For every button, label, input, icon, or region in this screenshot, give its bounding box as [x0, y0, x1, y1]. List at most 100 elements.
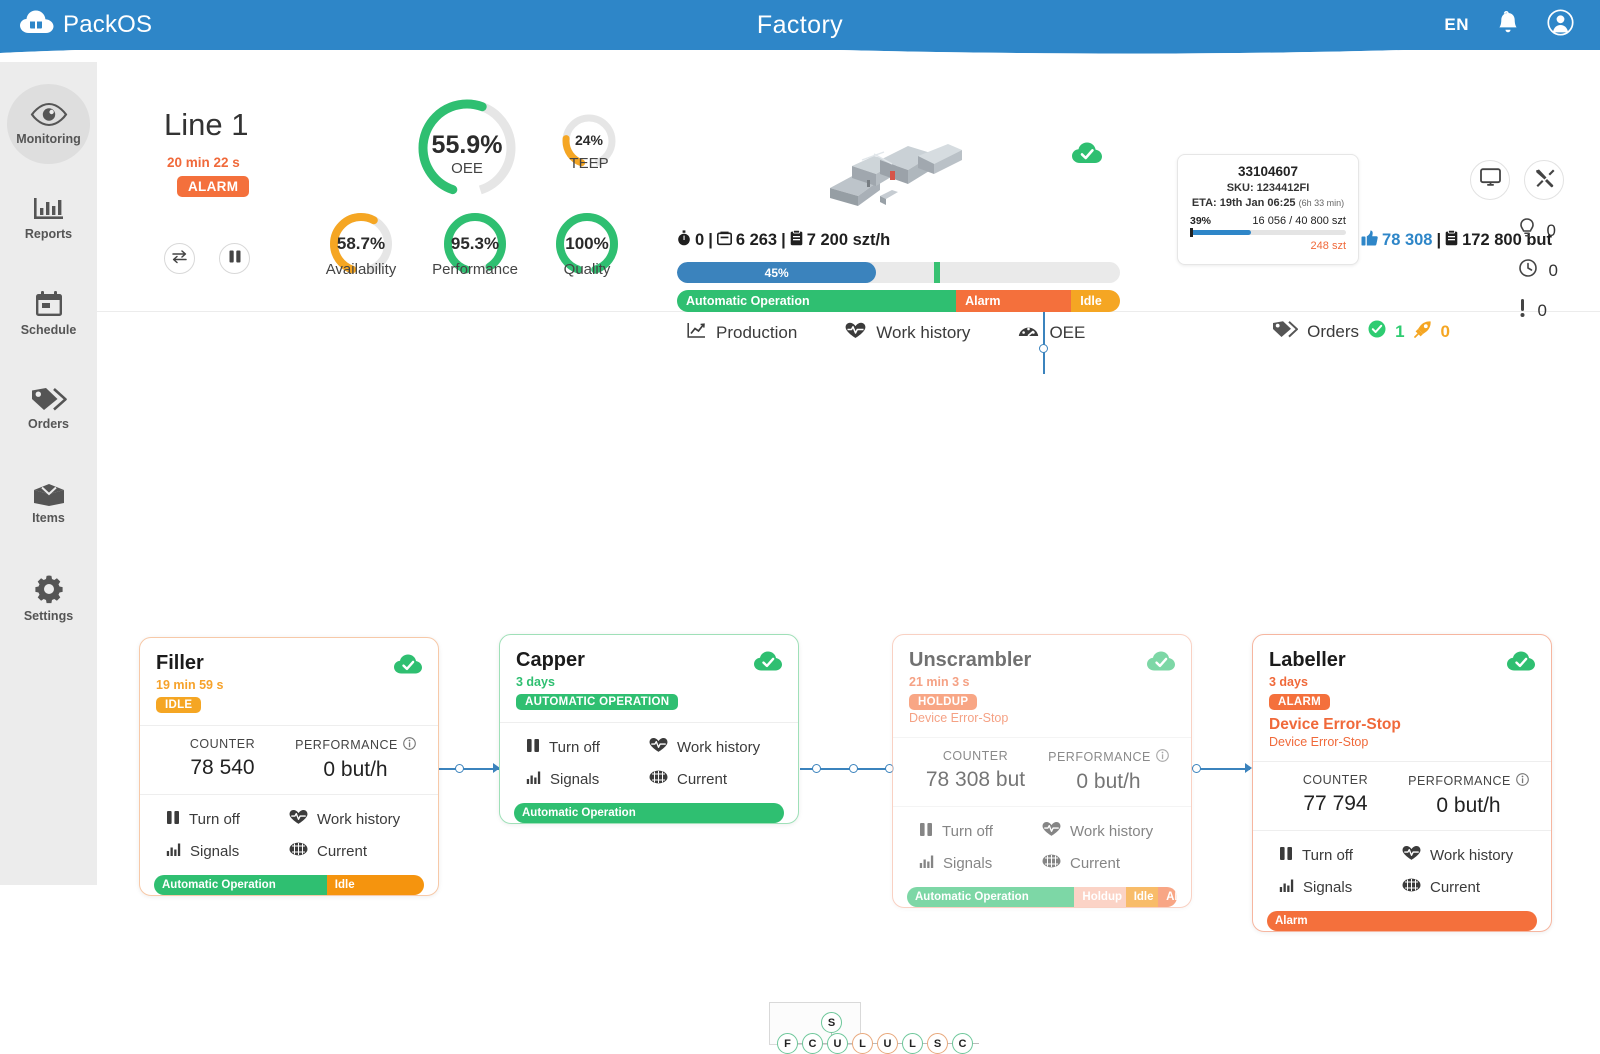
performance-label-text: PERFORMANCE — [1048, 750, 1151, 764]
signals-action[interactable]: Signals — [1279, 877, 1402, 897]
machine-error: Device Error-Stop — [1269, 716, 1401, 733]
performance-value: 0 but/h — [1076, 770, 1141, 793]
minimap-node[interactable]: C — [802, 1033, 823, 1054]
state-segment: Automatic Operation — [514, 803, 784, 823]
sidebar-item-label: Settings — [23, 609, 74, 623]
line-cloud-status-icon — [1072, 142, 1102, 171]
language-selector[interactable]: EN — [1444, 15, 1469, 35]
state-segment: Holdup — [1074, 887, 1126, 907]
work-history-action[interactable]: Work history — [289, 809, 412, 829]
machine-time: 19 min 59 s — [156, 678, 224, 692]
current-action[interactable]: Current — [1402, 877, 1525, 897]
line-status-badge: ALARM — [177, 176, 250, 197]
sidebar-item-items[interactable]: Items — [0, 456, 97, 551]
action-label: Work history — [677, 738, 761, 756]
turn-off-action[interactable]: Turn off — [166, 809, 289, 829]
info-icon[interactable] — [403, 737, 416, 753]
brain-icon — [289, 841, 308, 861]
current-action[interactable]: Current — [1042, 853, 1165, 873]
pause-icon — [526, 738, 540, 757]
current-order-card[interactable]: 33104607 SKU: 1234412FI ETA: 19th Jan 06… — [1177, 154, 1359, 265]
current-action[interactable]: Current — [289, 841, 412, 861]
connector-node — [1039, 344, 1048, 353]
user-avatar-icon[interactable] — [1547, 9, 1574, 41]
performance-metric: PERFORMANCE 0 but/h — [289, 737, 422, 782]
info-icon[interactable] — [1516, 773, 1529, 789]
sidebar-item-label: Orders — [28, 417, 69, 431]
screen-button[interactable] — [1470, 160, 1510, 200]
current-action[interactable]: Current — [649, 769, 772, 789]
turn-off-action[interactable]: Turn off — [1279, 845, 1402, 865]
performance-value: 0 but/h — [1436, 794, 1501, 817]
machine-time: 21 min 3 s — [909, 675, 970, 689]
minimap-node[interactable]: L — [902, 1033, 923, 1054]
sidebar-item-label: Items — [32, 511, 65, 525]
minimap-node[interactable]: U — [877, 1033, 898, 1054]
line-state-timeline: Automatic Operation Alarm Idle — [677, 290, 1120, 312]
connector-node — [455, 764, 464, 773]
turn-off-action[interactable]: Turn off — [919, 821, 1042, 841]
signals-action[interactable]: Signals — [166, 841, 289, 861]
tools-button[interactable] — [1524, 160, 1564, 200]
top-bar: PackOS Factory EN — [0, 0, 1600, 50]
machine-time: 3 days — [516, 675, 555, 689]
bell-icon[interactable] — [1497, 10, 1519, 40]
order-count: 16 056 / 40 800 szt — [1252, 215, 1346, 227]
divider — [1253, 830, 1551, 831]
minimap-node[interactable]: F — [777, 1033, 798, 1054]
action-label: Turn off — [549, 738, 600, 756]
action-label: Current — [677, 770, 728, 788]
machine-card-capper[interactable]: Capper 3 days AUTOMATIC OPERATION Turn o… — [499, 634, 799, 824]
signal-icon — [1279, 878, 1294, 897]
gauge-availability: 58.7% Availability — [326, 210, 396, 278]
minimap-node[interactable]: S — [821, 1012, 842, 1033]
work-history-action[interactable]: Work history — [1042, 821, 1165, 841]
page-title: Factory — [756, 10, 844, 39]
gauge-teep-value: 24% — [574, 132, 604, 148]
tools-icon — [1534, 168, 1555, 193]
pause-icon — [919, 822, 933, 841]
minimap-node[interactable]: U — [827, 1033, 848, 1054]
minimap-node[interactable]: L — [852, 1033, 873, 1054]
machine-card-unscrambler[interactable]: Unscrambler 21 min 3 s HOLDUP Device Err… — [892, 634, 1192, 908]
gauge-performance-value: 95.3% — [450, 234, 500, 253]
swap-button[interactable] — [164, 243, 195, 274]
counter-value: 78 540 — [190, 756, 255, 779]
signal-icon — [526, 770, 541, 789]
production-rate: 7 200 szt/h — [806, 231, 891, 249]
sidebar-item-reports[interactable]: Reports — [0, 171, 97, 266]
signals-action[interactable]: Signals — [526, 769, 649, 789]
state-segment: Idle — [1071, 290, 1120, 312]
production-stats-left: 0 | 6 263 | 7 200 szt/h — [677, 229, 891, 251]
connector-node — [1192, 764, 1201, 773]
production-counter: 6 263 — [735, 231, 778, 249]
action-label: Turn off — [942, 822, 993, 840]
counter-metric: COUNTER 78 308 but — [909, 749, 1042, 794]
turn-off-action[interactable]: Turn off — [526, 737, 649, 757]
status-counters: 0 0 0 — [1518, 218, 1558, 323]
clock-counter-value: 0 — [1548, 260, 1558, 280]
sidebar-item-monitoring[interactable]: Monitoring — [0, 76, 97, 171]
machine-flow-area: Filler 19 min 59 s IDLE COUNTER 78 540 P… — [97, 312, 1600, 1054]
action-label: Work history — [1430, 846, 1514, 864]
minimap-node[interactable]: S — [927, 1033, 948, 1054]
machine-card-filler[interactable]: Filler 19 min 59 s IDLE COUNTER 78 540 P… — [139, 637, 439, 896]
minimap-node[interactable]: C — [952, 1033, 973, 1054]
sidebar-item-orders[interactable]: Orders — [0, 361, 97, 456]
info-icon[interactable] — [1156, 749, 1169, 765]
work-history-action[interactable]: Work history — [649, 737, 772, 757]
sidebar-item-schedule[interactable]: Schedule — [0, 266, 97, 361]
sidebar: Monitoring Reports Schedule Orders Items… — [0, 50, 97, 885]
signals-action[interactable]: Signals — [919, 853, 1042, 873]
work-history-action[interactable]: Work history — [1402, 845, 1525, 865]
tags-icon — [30, 386, 68, 412]
action-label: Signals — [550, 770, 600, 788]
performance-metric: PERFORMANCE 0 but/h — [1402, 773, 1535, 818]
machine-card-labeller[interactable]: Labeller 3 days ALARM Device Error-Stop … — [1252, 634, 1552, 932]
sidebar-item-settings[interactable]: Settings — [0, 551, 97, 646]
clock-icon — [1518, 259, 1537, 282]
machine-state-bar: Automatic Operation Holdup Idle Al — [907, 887, 1177, 907]
gauge-quality: 100% Quality — [553, 210, 621, 278]
action-label: Signals — [1303, 878, 1353, 896]
pause-button[interactable] — [219, 243, 250, 274]
